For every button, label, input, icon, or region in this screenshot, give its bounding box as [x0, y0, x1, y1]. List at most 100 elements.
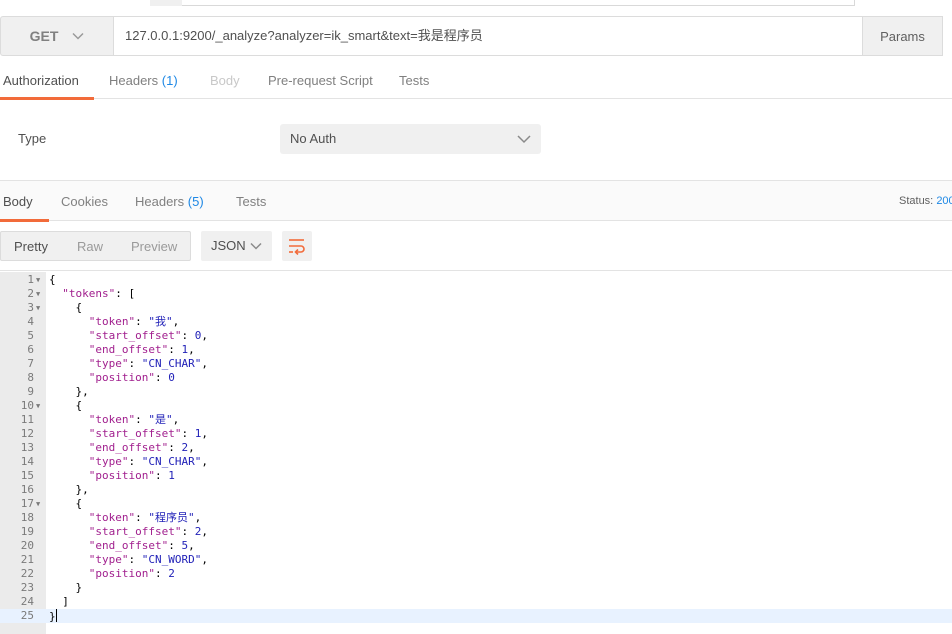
method-label: GET	[29, 28, 59, 44]
tab-strip-tab[interactable]	[150, 0, 182, 6]
auth-type-label: Type	[18, 131, 47, 146]
code-line: 4 "token": "我",	[0, 315, 952, 329]
view-raw-button[interactable]: Raw	[77, 232, 103, 261]
code-line: 10 ▼ {	[0, 399, 952, 413]
tab-label: Body	[210, 73, 240, 88]
fold-toggle-icon[interactable]: ▼	[36, 399, 44, 413]
code-line: 22 "position": 2	[0, 567, 952, 581]
line-number: 22	[20, 567, 34, 580]
tab-cookies[interactable]: Cookies	[61, 181, 108, 221]
tab-authorization[interactable]: Authorization	[0, 62, 94, 100]
code-text: "position": 2	[88, 567, 175, 580]
line-number: 18	[20, 511, 34, 524]
tab-response-headers[interactable]: Headers (5)	[135, 181, 204, 221]
tab-label: Headers	[135, 194, 185, 209]
request-bar: GET 127.0.0.1:9200/_analyze?analyzer=ik_…	[0, 16, 952, 56]
response-body-editor[interactable]: 1 ▼{2 ▼ "tokens": [3 ▼ {4 "token": "我", 5 "s…	[0, 272, 952, 634]
line-number: 10	[20, 399, 34, 412]
tab-count: (5)	[187, 194, 204, 209]
code-line: 9 },	[0, 385, 952, 399]
fold-toggle-icon[interactable]: ▼	[36, 497, 44, 511]
auth-panel: Type No Auth	[0, 100, 952, 180]
url-input[interactable]: 127.0.0.1:9200/_analyze?analyzer=ik_smar…	[114, 16, 863, 56]
params-button[interactable]: Params	[862, 16, 943, 56]
text-cursor	[55, 609, 57, 622]
code-text: "end_offset": 5,	[88, 539, 195, 552]
code-line: 3 ▼ {	[0, 301, 952, 315]
status-label: Status:	[899, 195, 934, 207]
code-line: 6 "end_offset": 1,	[0, 343, 952, 357]
view-pretty-button[interactable]: Pretty	[14, 232, 48, 261]
code-line: 21 "type": "CN_WORD",	[0, 553, 952, 567]
code-text: "end_offset": 2,	[88, 441, 195, 454]
tab-pre-request-script[interactable]: Pre-request Script	[268, 62, 373, 99]
code-text: "position": 0	[88, 371, 175, 384]
code-text: },	[49, 385, 89, 398]
tab-label: Authorization	[3, 73, 79, 88]
fold-toggle-icon[interactable]: ▼	[36, 273, 44, 287]
code-text: }	[49, 581, 83, 594]
tab-headers[interactable]: Headers (1)	[109, 62, 178, 99]
code-text: "type": "CN_CHAR",	[88, 357, 208, 370]
code-line: 24 ]	[0, 595, 952, 609]
code-text: ]	[49, 595, 69, 608]
code-text: },	[49, 483, 89, 496]
format-select[interactable]: JSON	[201, 231, 272, 261]
code-text: "position": 1	[88, 469, 175, 482]
auth-type-select[interactable]: No Auth	[280, 124, 541, 154]
wrap-lines-icon	[289, 239, 305, 255]
tab-strip-frame	[150, 0, 855, 6]
code-text: "tokens": [	[62, 287, 136, 300]
tab-label: Tests	[236, 194, 267, 209]
line-number: 20	[20, 539, 34, 552]
response-status: Status: 200	[899, 195, 952, 207]
tab-label: Headers	[109, 73, 159, 88]
code-text: "token": "是",	[88, 413, 180, 426]
tab-response-tests[interactable]: Tests	[236, 181, 266, 221]
line-number: 23	[20, 581, 34, 594]
line-number: 24	[20, 595, 34, 608]
view-preview-button[interactable]: Preview	[131, 232, 177, 261]
line-number: 6	[27, 343, 34, 356]
code-text: "token": "程序员",	[88, 511, 202, 524]
tab-body[interactable]: Body	[210, 62, 240, 99]
tab-response-body[interactable]: Body	[0, 181, 49, 222]
line-number: 1	[27, 273, 34, 286]
code-text: "start_offset": 2,	[88, 525, 208, 538]
line-number: 11	[20, 413, 34, 426]
code-line: 2 ▼ "tokens": [	[0, 287, 952, 301]
line-number: 15	[20, 469, 34, 482]
code-line: 1 ▼ {	[0, 273, 952, 287]
code-line: 20 "end_offset": 5,	[0, 539, 952, 553]
tab-tests[interactable]: Tests	[399, 62, 429, 99]
line-number: 25	[20, 609, 34, 622]
chevron-down-icon	[517, 135, 531, 144]
line-number: 17	[20, 497, 34, 510]
code-line: 25}	[0, 609, 952, 623]
line-number: 21	[20, 553, 34, 566]
code-line: 18 "token": "程序员",	[0, 511, 952, 525]
code-text: "start_offset": 1,	[88, 427, 208, 440]
response-view-bar: Pretty Raw Preview JSON	[0, 222, 952, 271]
line-number: 8	[27, 371, 34, 384]
line-number: 12	[20, 427, 34, 440]
code-text: {	[49, 497, 83, 510]
top-strip	[0, 0, 952, 8]
fold-toggle-icon[interactable]: ▼	[36, 287, 44, 301]
code-text: "token": "我",	[88, 315, 180, 328]
code-text: {	[49, 399, 83, 412]
method-select[interactable]: GET	[0, 16, 114, 56]
line-number: 19	[20, 525, 34, 538]
line-number: 13	[20, 441, 34, 454]
wrap-lines-button[interactable]	[282, 231, 312, 261]
tab-label: Cookies	[61, 194, 108, 209]
code-line: 15 "position": 1	[0, 469, 952, 483]
code-text: {	[49, 273, 56, 286]
code-text: "type": "CN_CHAR",	[88, 455, 208, 468]
fold-toggle-icon[interactable]: ▼	[36, 301, 44, 315]
code-text: {	[49, 301, 83, 314]
line-number: 9	[27, 385, 34, 398]
code-text: }	[49, 609, 57, 623]
chevron-down-icon	[72, 32, 84, 40]
code-text: "end_offset": 1,	[88, 343, 195, 356]
